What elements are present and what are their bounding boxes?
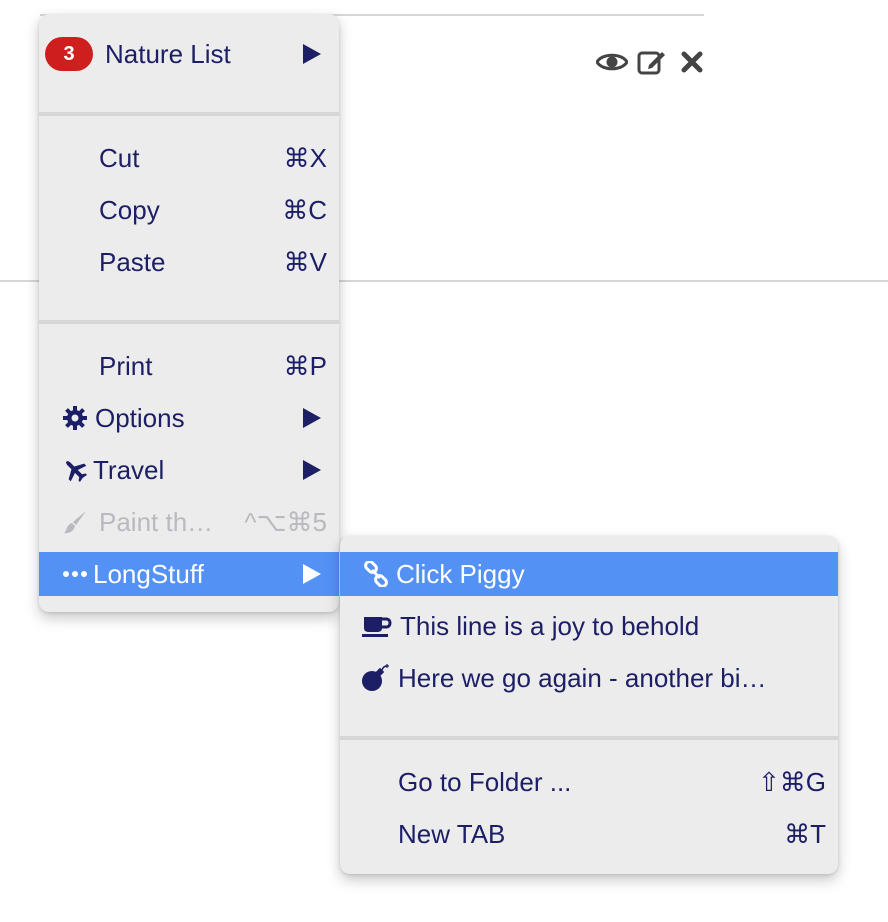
menu-separator xyxy=(340,736,838,740)
shortcut-label: ⇧⌘G xyxy=(757,766,826,797)
gear-icon xyxy=(61,404,89,432)
menu-item-label: Options xyxy=(95,402,185,433)
link-icon xyxy=(362,560,390,588)
menu-item-label: Click Piggy xyxy=(396,558,525,589)
close-icon[interactable] xyxy=(676,46,708,78)
edit-icon[interactable] xyxy=(636,46,668,78)
coffee-icon xyxy=(362,612,392,640)
shortcut-label: ^⌥⌘5 xyxy=(244,506,327,537)
submenu-item-again[interactable]: Here we go again - another bi… xyxy=(340,656,838,700)
submenu-arrow-icon xyxy=(303,460,321,480)
menu-item-paste[interactable]: Paste ⌘V xyxy=(39,240,339,284)
submenu: Click Piggy This line is a joy to behold… xyxy=(340,536,838,874)
menu-item-copy[interactable]: Copy ⌘C xyxy=(39,188,339,232)
submenu-arrow-icon xyxy=(303,408,321,428)
menu-item-nature-list[interactable]: 3 Nature List xyxy=(39,32,339,76)
submenu-item-click-piggy[interactable]: Click Piggy xyxy=(340,552,838,596)
eye-icon[interactable] xyxy=(596,46,628,78)
shortcut-label: ⌘P xyxy=(283,350,327,381)
menu-item-label: Here we go again - another bi… xyxy=(398,662,767,693)
shortcut-label: ⌘C xyxy=(282,194,327,225)
menu-item-paint: Paint th… ^⌥⌘5 xyxy=(39,500,339,544)
submenu-item-go-to-folder[interactable]: Go to Folder ... ⇧⌘G xyxy=(340,760,838,804)
menu-item-label: Nature List xyxy=(105,38,231,69)
count-badge: 3 xyxy=(45,37,93,71)
submenu-item-new-tab[interactable]: New TAB ⌘T xyxy=(340,812,838,856)
menu-item-label: Go to Folder ... xyxy=(398,766,572,797)
menu-item-label: Print xyxy=(99,350,153,381)
menu-separator xyxy=(39,112,339,116)
menu-separator xyxy=(39,320,339,324)
menu-item-longstuff[interactable]: LongStuff xyxy=(39,552,339,596)
menu-item-label: This line is a joy to behold xyxy=(400,610,700,641)
ellipsis-icon xyxy=(61,560,89,588)
menu-item-label: LongStuff xyxy=(93,558,204,589)
menu-item-label: Copy xyxy=(99,194,160,225)
menu-item-label: Paste xyxy=(99,246,166,277)
bomb-icon xyxy=(360,663,390,693)
shortcut-label: ⌘X xyxy=(283,142,327,173)
menu-item-label: New TAB xyxy=(398,818,506,849)
submenu-arrow-icon xyxy=(303,44,321,64)
submenu-item-joy[interactable]: This line is a joy to behold xyxy=(340,604,838,648)
shortcut-label: ⌘T xyxy=(784,818,826,849)
shortcut-label: ⌘V xyxy=(283,246,327,277)
menu-item-label: Paint th… xyxy=(99,506,214,537)
menu-item-options[interactable]: Options xyxy=(39,396,339,440)
menu-item-label: Travel xyxy=(93,454,165,485)
submenu-arrow-icon xyxy=(303,564,321,584)
brush-icon xyxy=(61,508,89,536)
menu-item-print[interactable]: Print ⌘P xyxy=(39,344,339,388)
menu-item-label: Cut xyxy=(99,142,140,173)
context-menu: 3 Nature List Cut ⌘X Copy ⌘C Paste ⌘V Pr… xyxy=(39,14,339,612)
menu-item-travel[interactable]: Travel xyxy=(39,448,339,492)
row-actions xyxy=(596,46,708,78)
menu-item-cut[interactable]: Cut ⌘X xyxy=(39,136,339,180)
airplane-icon xyxy=(61,456,89,484)
